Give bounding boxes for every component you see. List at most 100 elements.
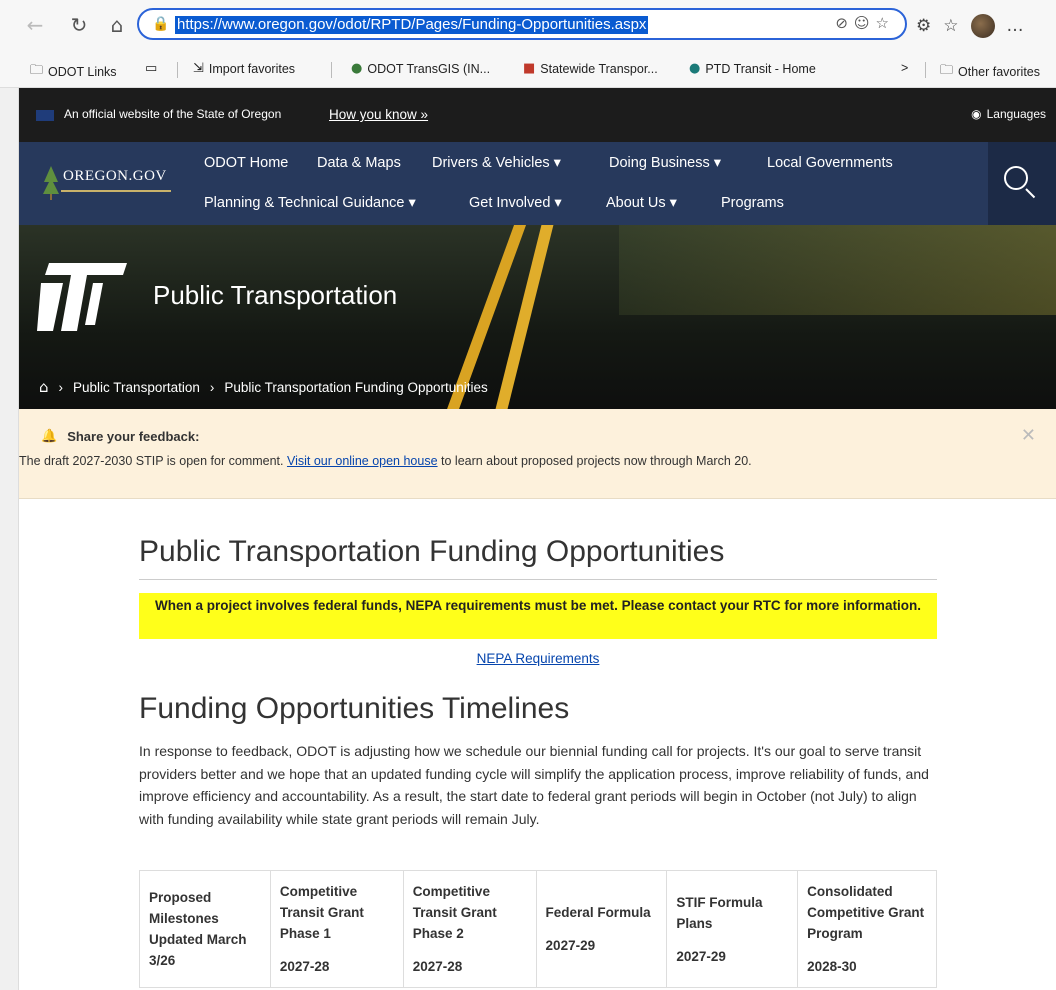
timelines-heading: Funding Opportunities Timelines	[139, 692, 570, 725]
globe-icon: ●	[351, 61, 363, 76]
favorite-label: Import favorites	[208, 61, 296, 76]
search-button[interactable]	[988, 142, 1056, 225]
transit-logo-icon	[37, 263, 127, 331]
browser-window: ← ↻ ⌂ 🔒 https://www.oregon.gov/odot/RPTD…	[0, 0, 1056, 990]
nav-doing-business[interactable]: Doing Business ▾	[609, 155, 721, 171]
breadcrumb-public-transportation[interactable]: Public Transportation	[73, 380, 200, 395]
oregon-gov-logo[interactable]: OREGON.GOV	[39, 162, 179, 206]
more-icon[interactable]: …	[1007, 16, 1024, 36]
lock-icon: 🔒	[152, 16, 170, 32]
reading-icon: ▭	[145, 61, 158, 76]
favorites-icon[interactable]: ☆	[943, 16, 958, 36]
languages-button[interactable]: ◉ Languages	[971, 107, 1046, 121]
back-icon[interactable]: ←	[22, 12, 48, 38]
refresh-icon[interactable]: ↻	[66, 12, 92, 38]
feedback-message: The draft 2027-2030 STIP is open for com…	[19, 454, 752, 468]
globe-icon: ◉	[971, 107, 982, 121]
pdf-icon: ■	[523, 61, 536, 76]
open-house-link[interactable]: Visit our online open house	[287, 454, 438, 468]
folder-lock-icon: 🗀	[30, 63, 44, 78]
nav-local-governments[interactable]: Local Governments	[767, 155, 893, 171]
feedback-text: to learn about proposed projects now thr…	[437, 454, 752, 468]
feedback-banner: 🔔 Share your feedback: The draft 2027-20…	[19, 409, 1056, 499]
table-header: Proposed Milestones Updated March 3/26	[139, 870, 271, 988]
breadcrumb-current: Public Transportation Funding Opportunit…	[224, 379, 488, 395]
favorite-label: PTD Transit - Home	[705, 61, 816, 76]
toolbar-right: ⚙ ☆ …	[916, 14, 1024, 38]
nav-programs[interactable]: Programs	[721, 195, 784, 211]
favorites-divider	[925, 62, 926, 78]
table-header: Federal Formula 2027-29	[535, 870, 668, 988]
favorite-statewide[interactable]: ■ Statewide Transpor...	[523, 61, 658, 76]
address-row: ← ↻ ⌂ 🔒 https://www.oregon.gov/odot/RPTD…	[0, 0, 1056, 50]
breadcrumb-separator: ›	[58, 379, 64, 395]
home-icon[interactable]: ⌂	[104, 12, 130, 38]
web-page: An official website of the State of Oreg…	[19, 88, 1056, 990]
side-strip	[0, 88, 19, 990]
official-banner: An official website of the State of Oreg…	[19, 88, 1056, 142]
nav-get-involved[interactable]: Get Involved ▾	[469, 195, 562, 211]
other-favorites[interactable]: 🗀 Other favorites	[940, 61, 1040, 83]
table-header: Competitive Transit Grant Phase 2 2027-28	[402, 870, 537, 988]
favorite-ptd-transit[interactable]: ● PTD Transit - Home	[689, 61, 816, 76]
close-icon[interactable]: ✕	[1021, 425, 1036, 446]
bell-icon: 🔔	[41, 429, 58, 444]
nav-about-us[interactable]: About Us ▾	[606, 195, 677, 211]
page-title: Public Transportation Funding Opportunit…	[139, 535, 725, 568]
table-header: STIF Formula Plans 2027-29	[666, 870, 799, 988]
favorite-import[interactable]: ⇲ Import favorites	[193, 61, 295, 76]
sharepoint-icon: ●	[689, 61, 701, 76]
extensions-icon[interactable]: ⚙	[916, 16, 931, 36]
folder-icon: 🗀	[940, 63, 954, 78]
search-icon	[1004, 166, 1028, 190]
search-icon-handle	[1025, 188, 1036, 199]
feedback-text: The draft 2027-2030 STIP is open for com…	[19, 454, 287, 468]
oregon-flag-icon	[36, 110, 54, 121]
timelines-table: Proposed Milestones Updated March 3/26 C…	[139, 870, 937, 988]
table-header: Competitive Transit Grant Phase 1 2027-28	[269, 870, 404, 988]
favorites-divider	[177, 62, 178, 78]
chevron-right-icon: >	[901, 61, 909, 75]
official-text: An official website of the State of Oreg…	[64, 107, 282, 121]
tree-icon	[43, 166, 59, 200]
favorite-label: ODOT Links	[48, 65, 117, 79]
table-header-row: Proposed Milestones Updated March 3/26 C…	[139, 870, 937, 988]
favorite-odot-links[interactable]: 🗀 ODOT Links	[30, 61, 117, 83]
title-divider	[139, 579, 937, 580]
logo-underline	[61, 190, 171, 192]
favorites-bar: 🗀 ODOT Links ▭ ⇲ Import favorites ● ODOT…	[0, 50, 1056, 88]
main-navigation: OREGON.GOV ODOT Home Data & Maps Drivers…	[19, 142, 1056, 225]
nav-odot-home[interactable]: ODOT Home	[204, 155, 288, 171]
nepa-notice: When a project involves federal funds, N…	[139, 593, 937, 639]
breadcrumb-separator: ›	[209, 379, 215, 395]
address-bar-icons[interactable]: ⊘☺☆	[835, 14, 895, 32]
hero-banner: Public Transportation ⌂ › Public Transpo…	[19, 225, 1056, 409]
how-you-know-link[interactable]: How you know »	[329, 107, 428, 122]
profile-avatar[interactable]	[970, 14, 995, 38]
nav-planning-guidance[interactable]: Planning & Technical Guidance ▾	[204, 195, 416, 211]
home-icon[interactable]: ⌂	[39, 378, 49, 396]
feedback-heading-text: Share your feedback:	[67, 429, 200, 444]
favorites-more-chevron[interactable]: >	[901, 61, 908, 75]
favorites-divider	[331, 62, 332, 78]
logo-text: OREGON.GOV	[63, 168, 167, 184]
favorite-reading[interactable]: ▭	[145, 61, 157, 76]
favorite-transgis[interactable]: ● ODOT TransGIS (IN...	[351, 61, 490, 76]
nepa-requirements-link[interactable]: NEPA Requirements	[139, 651, 937, 666]
url-text[interactable]: https://www.oregon.gov/odot/RPTD/Pages/F…	[175, 16, 649, 34]
other-favorites-label: Other favorites	[958, 65, 1040, 79]
favorite-label: ODOT TransGIS (IN...	[367, 61, 491, 76]
address-bar[interactable]: 🔒 https://www.oregon.gov/odot/RPTD/Pages…	[137, 8, 907, 40]
feedback-heading: 🔔 Share your feedback:	[41, 429, 199, 444]
import-icon: ⇲	[193, 61, 204, 76]
hero-title: Public Transportation	[153, 280, 398, 310]
favorite-label: Statewide Transpor...	[540, 61, 658, 76]
hero-background	[619, 225, 1056, 315]
nav-data-maps[interactable]: Data & Maps	[317, 155, 401, 171]
intro-paragraph: In response to feedback, ODOT is adjusti…	[139, 743, 929, 827]
nav-drivers-vehicles[interactable]: Drivers & Vehicles ▾	[432, 155, 561, 171]
languages-label: Languages	[986, 107, 1046, 121]
breadcrumb: ⌂ › Public Transportation › Public Trans…	[39, 378, 488, 396]
table-header: Consolidated Competitive Grant Program 20…	[797, 870, 937, 988]
road-line	[484, 225, 556, 409]
